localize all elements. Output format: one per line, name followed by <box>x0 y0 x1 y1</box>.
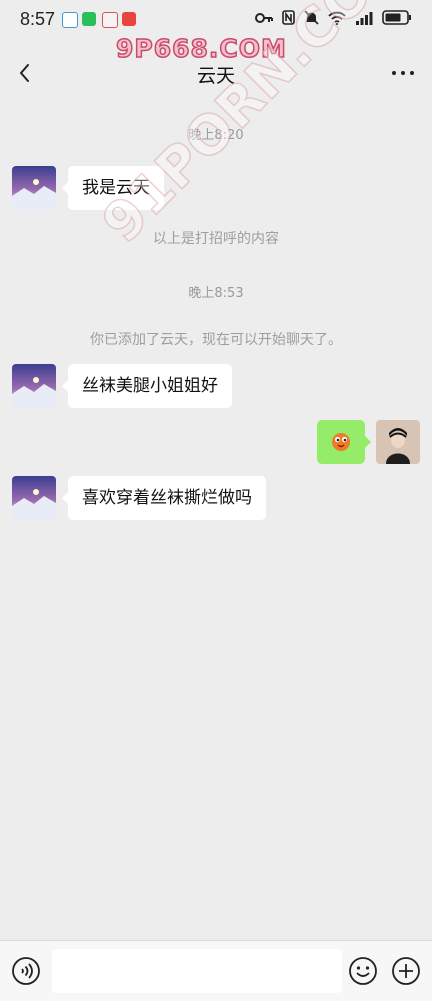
browser-icon <box>62 12 78 28</box>
emoji-button[interactable] <box>348 956 378 986</box>
added-friend-note: 你已添加了云天，现在可以开始聊天了。 <box>90 332 342 348</box>
mute-icon <box>304 10 319 25</box>
video-app-icon <box>122 12 136 26</box>
message-bubble[interactable]: 我是云天 <box>62 166 164 210</box>
contact-avatar[interactable] <box>12 364 56 408</box>
more-button[interactable] <box>388 58 418 88</box>
message-input[interactable] <box>52 949 342 993</box>
sent-sticker-bubble[interactable] <box>317 420 371 464</box>
plus-button[interactable] <box>391 956 421 986</box>
voice-button[interactable] <box>11 956 41 986</box>
message-bubble[interactable]: 丝袜美腿小姐姐好 <box>62 364 232 408</box>
key-icon <box>255 12 273 23</box>
plus-icon <box>392 957 420 985</box>
signal-icon <box>356 11 373 25</box>
greeting-note: 以上是打招呼的内容 <box>153 231 279 247</box>
emoji-icon <box>349 957 377 985</box>
voice-icon <box>12 957 40 985</box>
system-icons <box>255 10 412 25</box>
input-bar <box>0 940 432 1001</box>
status-time: 8:57 <box>20 9 56 29</box>
contact-avatar[interactable] <box>12 476 56 520</box>
emoji-sticker-icon <box>332 433 350 451</box>
message-bubble[interactable]: 喜欢穿着丝袜撕烂做吗 <box>62 476 266 520</box>
more-dots-icon <box>392 71 414 75</box>
app-icon <box>102 12 118 28</box>
timestamp: 晚上8:20 <box>188 128 244 143</box>
wechat-icon <box>82 12 96 26</box>
battery-icon <box>382 10 411 25</box>
chat-title: 云天 <box>196 65 235 87</box>
my-avatar[interactable] <box>376 420 420 464</box>
contact-avatar[interactable] <box>12 166 56 210</box>
nfc-icon <box>282 10 295 25</box>
timestamp: 晚上8:53 <box>188 286 244 301</box>
nav-bar: 云天 <box>0 50 432 96</box>
wifi-icon <box>328 11 346 25</box>
